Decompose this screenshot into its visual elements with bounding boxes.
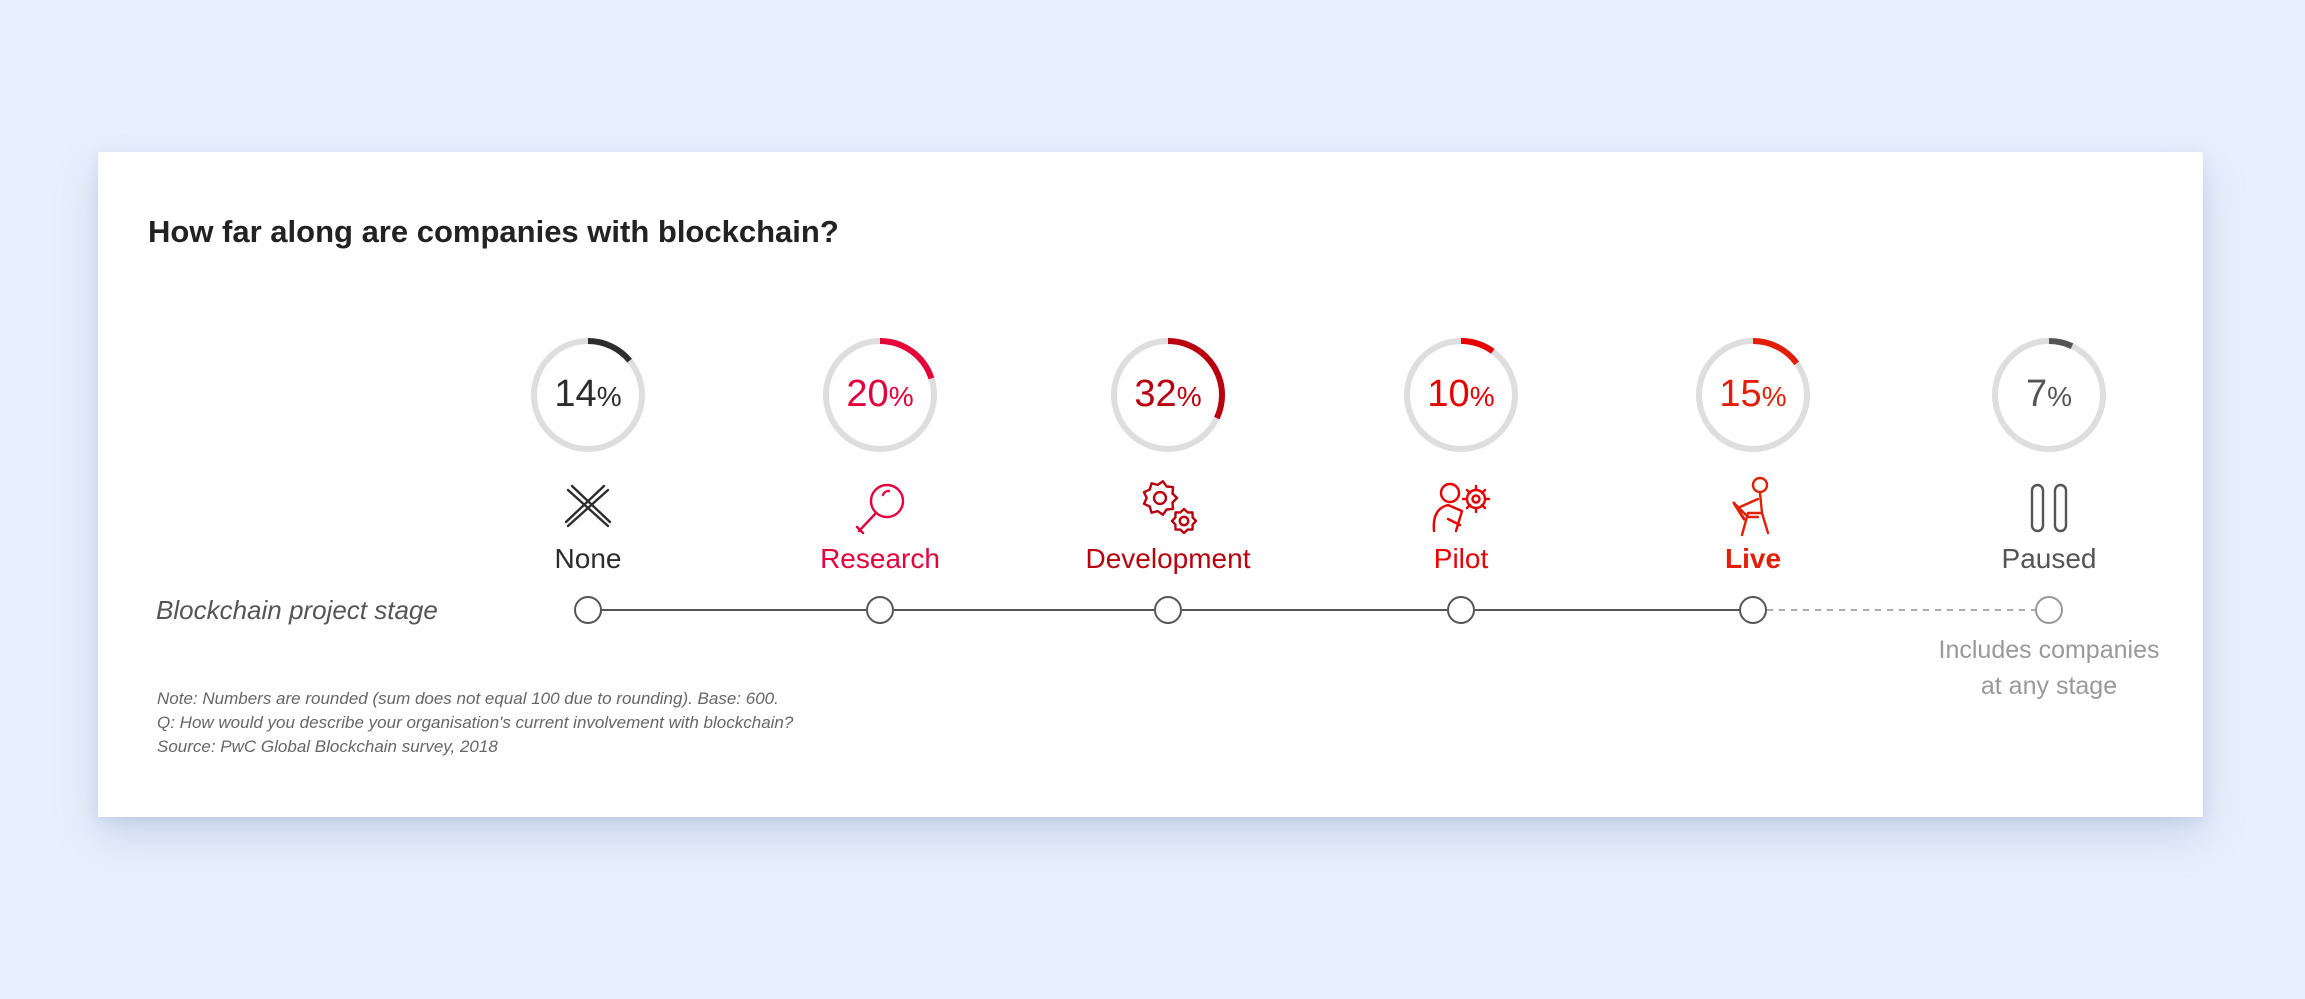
note-line: Note: Numbers are rounded (sum does not … bbox=[157, 689, 779, 708]
value-label-pilot: 10% bbox=[1331, 372, 1591, 419]
percent-sign: % bbox=[596, 381, 622, 412]
stage-pilot: 10% Pilot bbox=[1331, 152, 1591, 817]
stage-note-line: Includes companies bbox=[1938, 636, 2160, 664]
stage-name-live: Live bbox=[1724, 543, 1782, 574]
percent-sign: % bbox=[2047, 381, 2073, 412]
value-number: 20 bbox=[846, 373, 889, 415]
percent-sign: % bbox=[1176, 381, 1202, 412]
value-label-live: 15% bbox=[1623, 372, 1883, 419]
percent-sign: % bbox=[888, 381, 914, 412]
magnifier-icon bbox=[855, 483, 905, 535]
stage-note-line: at any stage bbox=[1980, 672, 2118, 700]
pause-icon bbox=[2030, 483, 2068, 533]
percent-sign: % bbox=[1761, 381, 1787, 412]
value-number: 15 bbox=[1719, 373, 1762, 415]
chart-card: How far along are companies with blockch… bbox=[98, 152, 2203, 817]
stage-development: 32% Development bbox=[1038, 152, 1298, 817]
value-label-none: 14% bbox=[458, 372, 718, 419]
person-gear-icon bbox=[1432, 482, 1491, 533]
stage-name-research: Research bbox=[820, 543, 940, 574]
axis-label: Blockchain project stage bbox=[156, 595, 438, 625]
notes: Note: Numbers are rounded (sum does not … bbox=[157, 687, 793, 759]
stage-name-none: None bbox=[554, 543, 622, 574]
stage-live: 15% Live bbox=[1623, 152, 1883, 817]
percent-sign: % bbox=[1469, 381, 1495, 412]
value-number: 32 bbox=[1134, 373, 1177, 415]
value-number: 10 bbox=[1427, 373, 1470, 415]
value-label-research: 20% bbox=[750, 372, 1010, 419]
gears-icon bbox=[1142, 480, 1198, 535]
value-label-development: 32% bbox=[1038, 372, 1298, 419]
value-label-paused: 7% bbox=[1919, 372, 2179, 419]
question-line: Q: How would you describe your organisat… bbox=[157, 713, 794, 732]
stage-paused: 7% Paused Includes companies at any stage bbox=[1919, 152, 2179, 817]
person-laptop-icon bbox=[1732, 476, 1770, 537]
stage-name-paused: Paused bbox=[2001, 543, 2097, 574]
x-icon bbox=[564, 484, 612, 528]
value-number: 7 bbox=[2025, 373, 2048, 415]
stage-name-pilot: Pilot bbox=[1433, 543, 1489, 574]
stage-note-paused: Includes companies at any stage bbox=[1919, 632, 2179, 704]
value-number: 14 bbox=[554, 373, 597, 415]
source-line: Source: PwC Global Blockchain survey, 20… bbox=[157, 737, 498, 756]
stage-name-development: Development bbox=[1085, 543, 1251, 574]
